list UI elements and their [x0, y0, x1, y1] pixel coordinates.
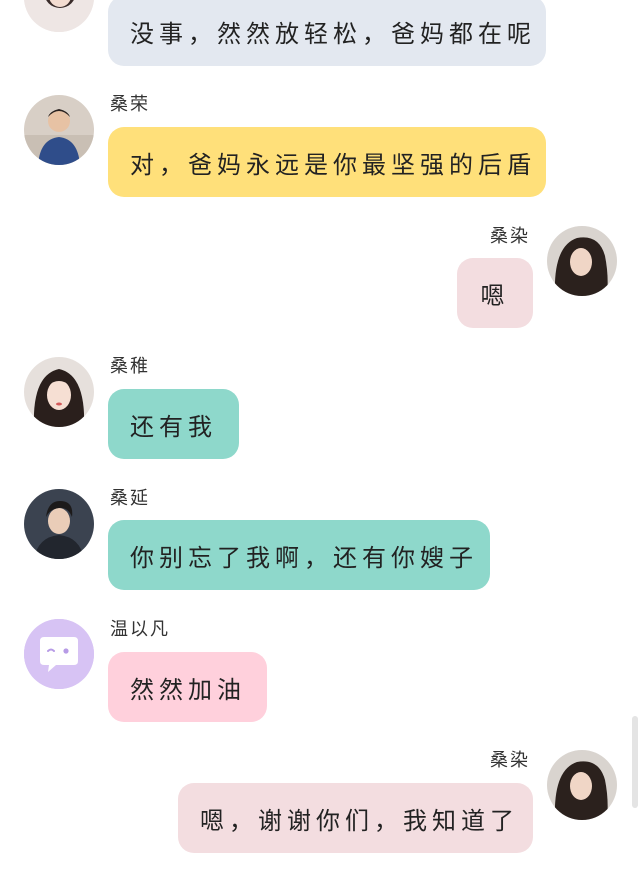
sender-name: 桑稚	[110, 356, 150, 377]
message-text: 还有我	[130, 412, 217, 441]
avatar[interactable]	[547, 226, 617, 296]
message-bubble[interactable]: 嗯	[457, 258, 533, 328]
person-avatar-icon	[547, 226, 617, 296]
chat-bubble-icon	[24, 619, 94, 689]
message-text: 你别忘了我啊，还有你嫂子	[130, 543, 478, 572]
scrollbar[interactable]	[632, 716, 638, 808]
person-avatar-icon	[24, 0, 94, 32]
sender-name: 桑延	[110, 488, 150, 509]
message-text: 对，爸妈永远是你最坚强的后盾	[130, 150, 536, 179]
person-avatar-icon	[24, 95, 94, 165]
sender-name: 桑染	[490, 226, 530, 247]
message-bubble[interactable]: 你别忘了我啊，还有你嫂子	[108, 520, 490, 590]
avatar[interactable]	[547, 750, 617, 820]
chat-window: 没事，然然放轻松，爸妈都在呢 桑荣 对，爸妈永远是你最坚强的后盾 桑染 嗯 桑稚	[0, 0, 640, 878]
sender-name: 桑荣	[110, 94, 150, 115]
message-text: 嗯	[480, 281, 510, 310]
avatar[interactable]	[24, 0, 94, 32]
avatar[interactable]	[24, 95, 94, 165]
person-avatar-icon	[24, 489, 94, 559]
message-text: 没事，然然放轻松，爸妈都在呢	[130, 19, 536, 48]
person-avatar-icon	[547, 750, 617, 820]
person-avatar-icon	[24, 357, 94, 427]
sender-name: 桑染	[490, 750, 530, 771]
avatar[interactable]	[24, 357, 94, 427]
message-bubble[interactable]: 还有我	[108, 389, 239, 459]
message-text: 然然加油	[130, 675, 246, 704]
message-bubble[interactable]: 然然加油	[108, 652, 267, 722]
message-bubble[interactable]: 对，爸妈永远是你最坚强的后盾	[108, 127, 546, 197]
avatar[interactable]	[24, 489, 94, 559]
message-bubble[interactable]: 没事，然然放轻松，爸妈都在呢	[108, 0, 546, 66]
avatar[interactable]	[24, 619, 94, 689]
sender-name: 温以凡	[110, 619, 170, 640]
message-bubble[interactable]: 嗯，谢谢你们，我知道了	[178, 783, 533, 853]
message-text: 嗯，谢谢你们，我知道了	[200, 806, 519, 835]
